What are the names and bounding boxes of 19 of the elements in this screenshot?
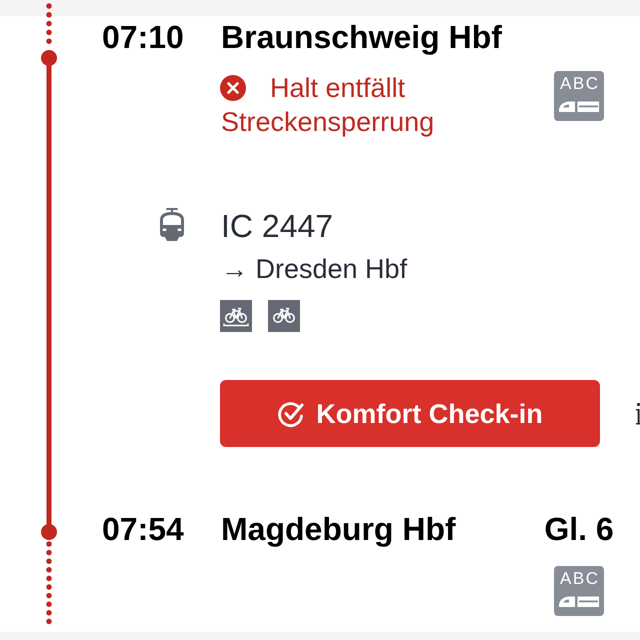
checkmark-icon <box>277 400 306 428</box>
stop-marker <box>41 524 57 540</box>
bicycle-on-base-icon <box>220 300 252 332</box>
info-icon[interactable] <box>636 402 640 426</box>
stop-marker <box>41 50 57 66</box>
coach-sequence-button[interactable]: ABC <box>554 71 604 121</box>
stop-time: 07:54 <box>102 510 185 549</box>
train-icon <box>158 206 186 242</box>
station-name: Braunschweig Hbf <box>221 18 503 57</box>
bicycle-icon <box>268 300 300 332</box>
train-name: IC 2447 <box>221 207 334 246</box>
checkin-button[interactable]: Komfort Check-in <box>220 380 600 447</box>
reason-text: Streckensperrung <box>221 106 436 139</box>
station-name: Magdeburg Hbf <box>221 510 457 549</box>
platform-label: Gl. 6 <box>544 510 614 549</box>
stop-time: 07:10 <box>102 18 185 57</box>
coach-sequence-button[interactable]: ABC <box>554 566 604 616</box>
direction-text: → Dresden Hbf <box>221 253 408 286</box>
status-text: Halt entfällt <box>270 72 406 105</box>
